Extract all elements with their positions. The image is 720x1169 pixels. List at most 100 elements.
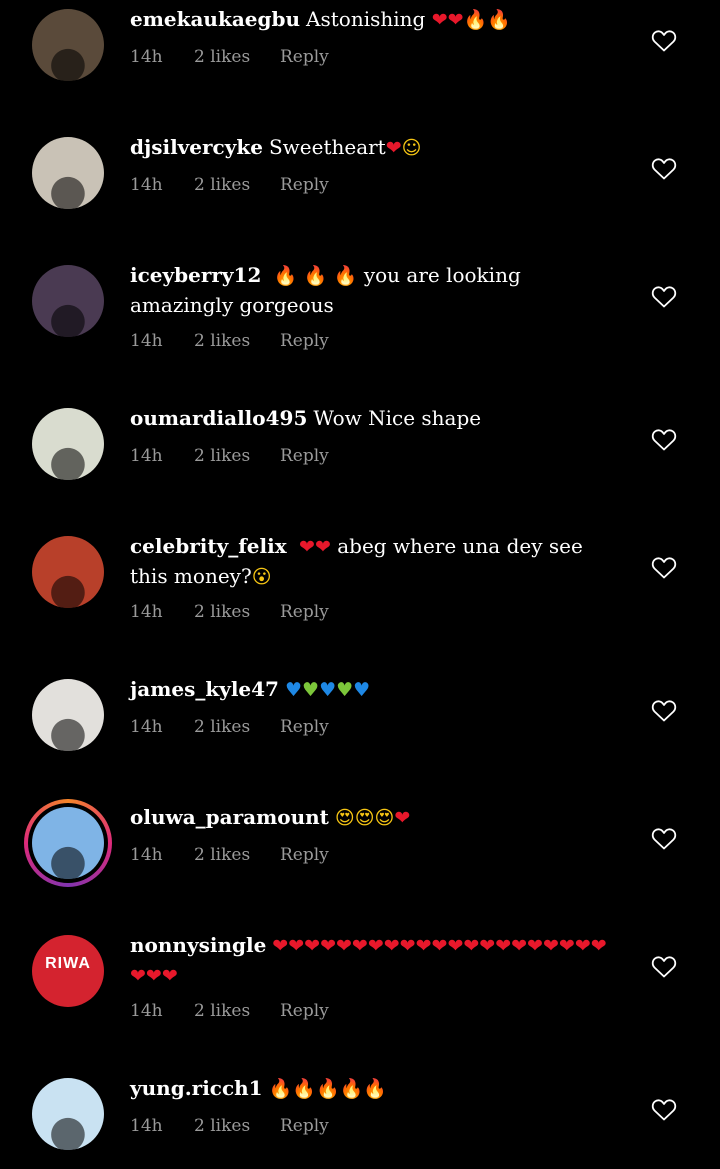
heart-emoji-icon: ❤ <box>558 935 575 957</box>
reply-button[interactable]: Reply <box>280 45 329 69</box>
avatar[interactable]: ● <box>32 9 104 81</box>
blue-heart-emoji-icon: ♥ <box>284 679 303 701</box>
comment-username[interactable]: djsilvercyke <box>130 135 263 159</box>
comment-likes[interactable]: 2 likes <box>194 1114 250 1138</box>
comment-time: 14h <box>130 717 163 737</box>
avatar[interactable]: ● <box>32 679 104 751</box>
fire-emoji-icon: 🔥 <box>303 265 328 287</box>
heart-emoji-icon: ❤ <box>161 965 178 987</box>
comment-likes[interactable]: 2 likes <box>194 843 250 867</box>
heart-emoji-icon: ❤ <box>415 935 432 957</box>
comment-likes[interactable]: 2 likes <box>194 173 250 197</box>
heart-emoji-icon: ❤ <box>447 9 464 31</box>
reply-button[interactable]: Reply <box>280 329 329 353</box>
fire-emoji-icon: 🔥 <box>315 1078 340 1100</box>
like-heart-icon[interactable] <box>651 827 677 851</box>
comment-time: 14h <box>130 331 163 351</box>
avatar: ● <box>32 807 104 879</box>
green-heart-emoji-icon: ♥ <box>302 679 320 701</box>
like-heart-icon[interactable] <box>651 955 677 979</box>
avatar-story-ring[interactable]: ● <box>24 799 112 887</box>
heart-emoji-icon: ❤ <box>272 935 289 957</box>
reply-button[interactable]: Reply <box>280 600 329 624</box>
comment-text: celebrity_felix ❤❤ abeg where una dey se… <box>130 532 610 592</box>
heart-emoji-icon: ❤ <box>288 935 305 957</box>
fire-emoji-icon: 🔥 <box>268 1078 293 1100</box>
heart-emoji-icon: ❤ <box>590 935 607 957</box>
comment-username[interactable]: yung.ricch1 <box>130 1076 263 1100</box>
reply-button[interactable]: Reply <box>280 999 329 1023</box>
heart-emoji-icon: ❤ <box>463 935 480 957</box>
comment-likes[interactable]: 2 likes <box>194 45 250 69</box>
comment-body: Astonishing <box>306 7 426 31</box>
heart-emoji-icon: ❤ <box>383 935 400 957</box>
comment-likes[interactable]: 2 likes <box>194 600 250 624</box>
fire-emoji-icon: 🔥 <box>273 265 298 287</box>
comment-text: oumardiallo495 Wow Nice shape <box>130 404 610 433</box>
like-heart-icon[interactable] <box>651 157 677 181</box>
avatar[interactable]: ● <box>32 137 104 209</box>
comment-time: 14h <box>130 602 163 622</box>
avatar-text: RIWA <box>45 955 91 972</box>
comment-username[interactable]: celebrity_felix <box>130 534 287 558</box>
heart-emoji-icon: ❤ <box>527 935 543 957</box>
comment-time: 14h <box>130 1001 163 1021</box>
like-heart-icon[interactable] <box>651 699 677 723</box>
like-heart-icon[interactable] <box>651 29 677 53</box>
heart-emoji-icon: ❤ <box>130 965 146 987</box>
comment-time: 14h <box>130 845 163 865</box>
heart-emoji-icon: ❤ <box>399 935 416 957</box>
heart-emoji-icon: ❤ <box>479 935 496 957</box>
avatar[interactable]: ● <box>32 1078 104 1150</box>
comment-username[interactable]: oumardiallo495 <box>130 406 307 430</box>
comment-text: nonnysingle ❤❤❤❤❤❤❤❤❤❤❤❤❤❤❤❤❤❤❤❤❤❤❤❤ <box>130 931 610 991</box>
comment-likes[interactable]: 2 likes <box>194 999 250 1023</box>
comment-text: djsilvercyke Sweetheart❤☺ <box>130 133 610 163</box>
comment-text: yung.ricch1 🔥🔥🔥🔥🔥 <box>130 1074 610 1104</box>
like-heart-icon[interactable] <box>651 1098 677 1122</box>
reply-button[interactable]: Reply <box>280 1114 329 1138</box>
fire-emoji-icon: 🔥 <box>339 1078 364 1100</box>
heart-emoji-icon: ❤ <box>335 935 352 957</box>
comment-likes[interactable]: 2 likes <box>194 715 250 739</box>
comment-time: 14h <box>130 175 163 195</box>
heart-emoji-icon: ❤ <box>447 935 464 957</box>
comment-text: james_kyle47 ♥♥♥♥♥ <box>130 675 610 705</box>
reply-button[interactable]: Reply <box>280 173 329 197</box>
fire-emoji-icon: 🔥 <box>363 1078 387 1100</box>
fire-emoji-icon: 🔥 <box>463 9 488 31</box>
comment-username[interactable]: nonnysingle <box>130 933 266 957</box>
comment-username[interactable]: emekaukaegbu <box>130 7 300 31</box>
comment-username[interactable]: oluwa_paramount <box>130 805 329 829</box>
reply-button[interactable]: Reply <box>280 444 329 468</box>
like-heart-icon[interactable] <box>651 428 677 452</box>
comment-likes[interactable]: 2 likes <box>194 444 250 468</box>
smile-emoji-icon: ☺ <box>401 137 422 159</box>
fire-emoji-icon: 🔥 <box>487 9 511 31</box>
comment-username[interactable]: iceyberry12 <box>130 263 261 287</box>
heart-emoji-icon: ❤ <box>351 935 368 957</box>
like-heart-icon[interactable] <box>651 556 677 580</box>
avatar[interactable]: ● <box>32 408 104 480</box>
heart-emoji-icon: ❤ <box>574 935 591 957</box>
like-heart-icon[interactable] <box>651 285 677 309</box>
comment-time: 14h <box>130 446 163 466</box>
comment-username[interactable]: james_kyle47 <box>130 677 279 701</box>
reply-button[interactable]: Reply <box>280 715 329 739</box>
heart-emoji-icon: ❤ <box>495 935 512 957</box>
fire-emoji-icon: 🔥 <box>292 1078 316 1100</box>
surprised-emoji-icon: 😮 <box>251 566 272 588</box>
heart-emoji-icon: ❤ <box>511 935 528 957</box>
heart-emoji-icon: ❤ <box>145 965 162 987</box>
comment-time: 14h <box>130 1116 163 1136</box>
avatar[interactable]: ● <box>32 265 104 337</box>
heart-emoji-icon: ❤ <box>320 935 336 957</box>
comment-text: iceyberry12 🔥 🔥 🔥 you are looking amazin… <box>130 261 610 320</box>
avatar[interactable]: ● <box>32 536 104 608</box>
comment-likes[interactable]: 2 likes <box>194 329 250 353</box>
heart-emoji-icon: ❤ <box>304 935 321 957</box>
fire-emoji-icon: 🔥 <box>333 265 358 287</box>
avatar[interactable]: RIWA <box>32 935 104 1007</box>
blue-heart-emoji-icon: ♥ <box>353 679 371 701</box>
reply-button[interactable]: Reply <box>280 843 329 867</box>
